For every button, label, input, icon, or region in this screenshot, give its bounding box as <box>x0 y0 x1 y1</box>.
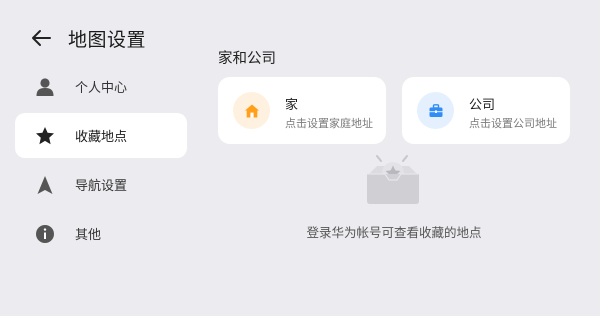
empty-message: 登录华为帐号可查看收藏的地点 <box>306 225 482 240</box>
empty-favorites-icon <box>363 152 423 208</box>
sidebar-item-other[interactable]: 其他 <box>15 211 187 256</box>
sidebar-item-favorites[interactable]: 收藏地点 <box>15 113 187 158</box>
sidebar: 地图设置 个人中心 收藏地点 导航设置 其他 <box>0 0 200 316</box>
sidebar-item-label: 其他 <box>75 228 102 243</box>
star-icon <box>35 126 55 146</box>
home-icon <box>244 104 259 117</box>
sidebar-item-personal-center[interactable]: 个人中心 <box>15 64 187 109</box>
sidebar-nav: 个人中心 收藏地点 导航设置 其他 <box>15 64 187 260</box>
sidebar-item-navigation-settings[interactable]: 导航设置 <box>15 162 187 207</box>
sidebar-item-label: 导航设置 <box>75 179 128 194</box>
page-title: 地图设置 <box>68 29 147 51</box>
navigation-arrow-icon <box>35 175 55 195</box>
person-icon <box>35 77 55 97</box>
home-icon-badge <box>233 92 270 129</box>
company-title: 公司 <box>469 98 496 113</box>
company-address-card[interactable]: 公司 点击设置公司地址 <box>402 77 570 144</box>
sidebar-item-label: 收藏地点 <box>75 130 128 145</box>
info-icon <box>35 224 55 244</box>
home-subtitle: 点击设置家庭地址 <box>285 117 373 130</box>
back-arrow-icon <box>32 30 51 46</box>
home-title: 家 <box>285 98 299 113</box>
briefcase-icon <box>429 103 442 117</box>
section-title: 家和公司 <box>218 51 276 67</box>
back-button[interactable] <box>28 27 54 49</box>
company-subtitle: 点击设置公司地址 <box>469 117 557 130</box>
sidebar-item-label: 个人中心 <box>75 81 128 96</box>
home-address-card[interactable]: 家 点击设置家庭地址 <box>218 77 386 144</box>
company-icon-badge <box>417 92 454 129</box>
